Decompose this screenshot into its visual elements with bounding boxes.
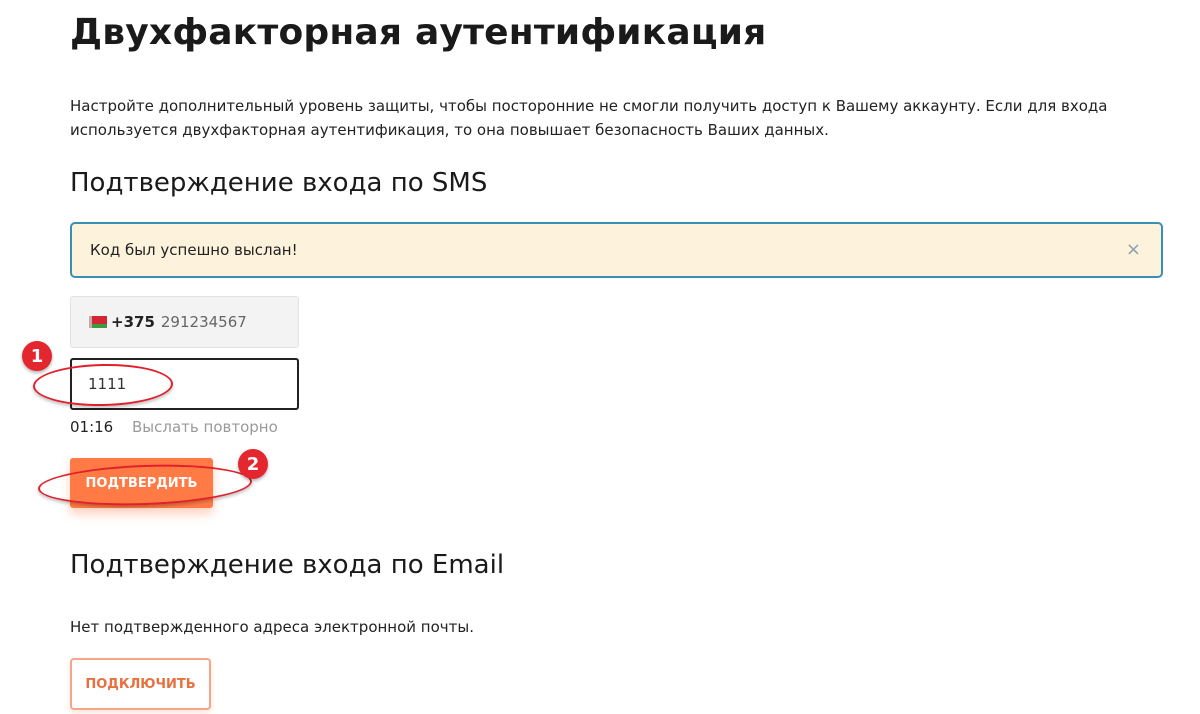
resend-link[interactable]: Выслать повторно bbox=[132, 418, 278, 436]
sms-section-title: Подтверждение входа по SMS bbox=[70, 168, 488, 198]
resend-row: 01:16 Выслать повторно bbox=[70, 418, 278, 436]
intro-text: Настройте дополнительный уровень защиты,… bbox=[70, 97, 1108, 139]
annotation-badge-2: 2 bbox=[238, 449, 268, 479]
belarus-flag-icon bbox=[89, 316, 107, 328]
alert-message: Код был успешно выслан! bbox=[90, 241, 298, 259]
page-title: Двухфакторная аутентификация bbox=[70, 12, 767, 53]
connect-email-button[interactable]: ПОДКЛЮЧИТЬ bbox=[70, 658, 211, 710]
phone-field: +375 291234567 bbox=[70, 296, 299, 348]
success-alert: Код был успешно выслан! × bbox=[70, 222, 1163, 278]
email-section-title: Подтверждение входа по Email bbox=[70, 550, 505, 580]
resend-timer: 01:16 bbox=[70, 418, 114, 436]
annotation-badge-1: 1 bbox=[22, 341, 52, 371]
phone-country-code: +375 bbox=[111, 313, 155, 331]
phone-number: 291234567 bbox=[160, 313, 247, 331]
close-icon[interactable]: × bbox=[1126, 241, 1141, 259]
email-status-text: Нет подтвержденного адреса электронной п… bbox=[70, 618, 474, 636]
